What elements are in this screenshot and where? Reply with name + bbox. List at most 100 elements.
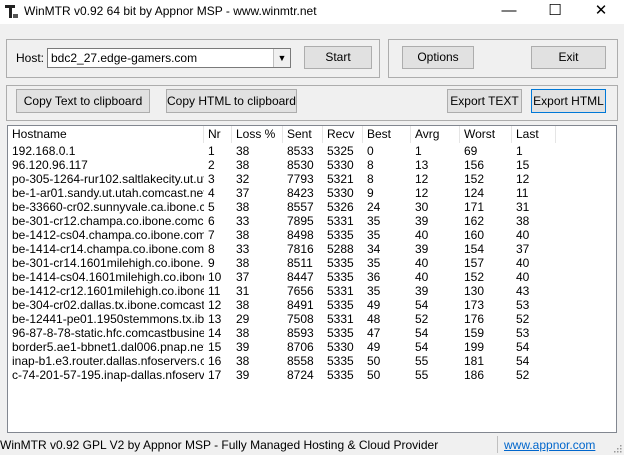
table-row[interactable]: be-1-ar01.sandy.ut.utah.comcast.net 4 37 84…: [8, 186, 616, 200]
cell-hostname: c-74-201-57-195.inap-dallas.nfoserve...: [12, 368, 204, 382]
table-row[interactable]: be-1414-cr14.champa.co.ibone.com... 8 33 78…: [8, 242, 616, 256]
host-input[interactable]: bdc2_27.edge-gamers.com: [51, 51, 197, 65]
column-header-hostname[interactable]: Hostname: [8, 126, 204, 143]
cell-best: 36: [367, 270, 381, 284]
table-row[interactable]: be-301-cr12.champa.co.ibone.comc... 6 33 78…: [8, 214, 616, 228]
cell-best: 35: [367, 256, 381, 270]
cell-best: 24: [367, 200, 381, 214]
cell-worst: 160: [464, 228, 485, 242]
cell-nr: 2: [208, 158, 215, 172]
cell-last: 1: [516, 144, 523, 158]
cell-best: 48: [367, 312, 381, 326]
cell-best: 9: [367, 186, 374, 200]
cell-sent: 8530: [287, 158, 314, 172]
cell-recv: 5331: [327, 284, 354, 298]
copy-html-button[interactable]: Copy HTML to clipboard: [166, 89, 297, 113]
table-row[interactable]: be-33660-cr02.sunnyvale.ca.ibone.c... 5 38…: [8, 200, 616, 214]
status-separator: [497, 436, 498, 453]
cell-last: 37: [516, 242, 530, 256]
cell-hostname: be-33660-cr02.sunnyvale.ca.ibone.c...: [12, 200, 204, 214]
table-row[interactable]: be-1412-cs04.champa.co.ibone.com... 7 38 84…: [8, 228, 616, 242]
cell-worst: 181: [464, 354, 485, 368]
cell-nr: 13: [208, 312, 222, 326]
cell-nr: 3: [208, 172, 215, 186]
exit-button[interactable]: Exit: [531, 46, 606, 69]
copy-text-button[interactable]: Copy Text to clipboard: [16, 89, 150, 113]
cell-nr: 7: [208, 228, 215, 242]
cell-sent: 7508: [287, 312, 314, 326]
table-row[interactable]: be-1414-cs04.1601milehigh.co.ibone... 10 3…: [8, 270, 616, 284]
cell-sent: 8557: [287, 200, 314, 214]
cell-best: 34: [367, 242, 381, 256]
column-header-best[interactable]: Best: [363, 126, 411, 143]
column-header-sent[interactable]: Sent: [283, 126, 323, 143]
cell-worst: 162: [464, 214, 485, 228]
cell-best: 35: [367, 228, 381, 242]
cell-hostname: be-1414-cr14.champa.co.ibone.com...: [12, 242, 204, 256]
cell-best: 49: [367, 298, 381, 312]
table-row[interactable]: be-301-cr14.1601milehigh.co.ibone.c... 9 3…: [8, 256, 616, 270]
column-header-nr[interactable]: Nr: [204, 126, 232, 143]
minimize-button[interactable]: —: [486, 0, 532, 24]
table-body: 192.168.0.1 1 38 8533 5325 0 1 69 1 96.120.96.117…: [8, 144, 616, 382]
column-header-worst[interactable]: Worst: [460, 126, 512, 143]
export-text-button[interactable]: Export TEXT: [447, 89, 522, 113]
status-bar: WinMTR v0.92 GPL V2 by Appnor MSP - Full…: [0, 434, 624, 455]
cell-best: 8: [367, 172, 374, 186]
close-button[interactable]: ✕: [578, 0, 624, 24]
dropdown-arrow-icon[interactable]: ▼: [273, 49, 290, 67]
cell-recv: 5335: [327, 270, 354, 284]
table-row[interactable]: be-304-cr02.dallas.tx.ibone.comcast.... 1…: [8, 298, 616, 312]
table-row[interactable]: be-12441-pe01.1950stemmons.tx.ibo... 13 29…: [8, 312, 616, 326]
export-html-button[interactable]: Export HTML: [531, 89, 606, 113]
cell-nr: 9: [208, 256, 215, 270]
cell-worst: 130: [464, 284, 485, 298]
cell-avrg: 39: [415, 214, 429, 228]
cell-worst: 152: [464, 270, 485, 284]
table-header: Hostname Nr Loss % Sent Recv Best Avrg W…: [8, 126, 616, 143]
cell-best: 47: [367, 326, 381, 340]
trace-results-table[interactable]: Hostname Nr Loss % Sent Recv Best Avrg W…: [7, 125, 617, 433]
appnor-link[interactable]: www.appnor.com: [504, 438, 595, 452]
host-combobox[interactable]: bdc2_27.edge-gamers.com ▼: [47, 48, 291, 68]
table-row[interactable]: 96-87-8-78-static.hfc.comcastbusine... 14…: [8, 326, 616, 340]
table-row[interactable]: 96.120.96.117 2 38 8530 5330 8 13 156 15: [8, 158, 616, 172]
column-header-last[interactable]: Last: [512, 126, 556, 143]
cell-avrg: 1: [415, 144, 422, 158]
cell-sent: 7656: [287, 284, 314, 298]
table-row[interactable]: be-1412-cr12.1601milehigh.co.ibone... 11 3…: [8, 284, 616, 298]
cell-worst: 199: [464, 340, 485, 354]
cell-avrg: 52: [415, 312, 429, 326]
start-button[interactable]: Start: [304, 46, 372, 69]
cell-hostname: be-1414-cs04.1601milehigh.co.ibone...: [12, 270, 204, 284]
cell-hostname: border5.ae1-bbnet1.dal006.pnap.net: [12, 340, 204, 354]
column-header-recv[interactable]: Recv: [323, 126, 363, 143]
cell-hostname: be-1412-cr12.1601milehigh.co.ibone...: [12, 284, 204, 298]
maximize-button[interactable]: ☐: [532, 0, 578, 24]
cell-avrg: 54: [415, 298, 429, 312]
cell-loss: 38: [236, 158, 250, 172]
cell-avrg: 30: [415, 200, 429, 214]
cell-last: 52: [516, 312, 530, 326]
table-row[interactable]: po-305-1264-rur102.saltlakecity.ut.ut...…: [8, 172, 616, 186]
cell-loss: 38: [236, 200, 250, 214]
cell-loss: 33: [236, 214, 250, 228]
table-row[interactable]: inap-b1.e3.router.dallas.nfoservers.c...…: [8, 354, 616, 368]
host-label: Host:: [16, 51, 45, 65]
resize-grip-icon[interactable]: [612, 443, 622, 453]
cell-loss: 33: [236, 242, 250, 256]
cell-worst: 156: [464, 158, 485, 172]
table-row[interactable]: border5.ae1-bbnet1.dal006.pnap.net 15 39 87…: [8, 340, 616, 354]
cell-avrg: 12: [415, 186, 429, 200]
cell-last: 43: [516, 284, 530, 298]
column-header-loss[interactable]: Loss %: [232, 126, 283, 143]
cell-sent: 7895: [287, 214, 314, 228]
cell-best: 50: [367, 354, 381, 368]
table-row[interactable]: 192.168.0.1 1 38 8533 5325 0 1 69 1: [8, 144, 616, 158]
options-button[interactable]: Options: [402, 46, 474, 69]
cell-last: 54: [516, 340, 530, 354]
cell-sent: 8511: [287, 256, 313, 270]
column-header-avrg[interactable]: Avrg: [411, 126, 460, 143]
cell-last: 38: [516, 214, 530, 228]
table-row[interactable]: c-74-201-57-195.inap-dallas.nfoserve... 1…: [8, 368, 616, 382]
